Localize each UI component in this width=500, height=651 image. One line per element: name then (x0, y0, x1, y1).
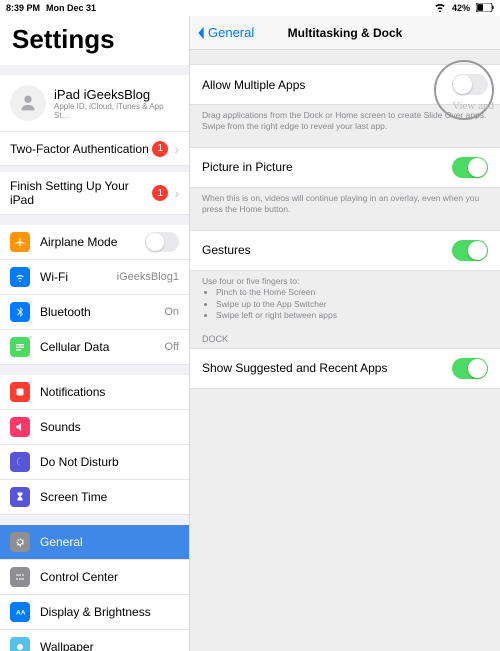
sidebar-item-cellular[interactable]: Cellular Data Off (0, 330, 189, 365)
airplane-toggle[interactable] (145, 232, 179, 252)
apple-id-name: iPad iGeeksBlog (54, 87, 179, 102)
sidebar-item-dnd[interactable]: Do Not Disturb (0, 445, 189, 480)
sidebar-item-airplane[interactable]: Airplane Mode (0, 225, 189, 260)
detail-header: General Multitasking & Dock (190, 16, 500, 50)
apple-id-sub: Apple ID, iCloud, iTunes & App St… (54, 102, 179, 120)
hourglass-icon (10, 487, 30, 507)
moon-icon (10, 452, 30, 472)
show-suggested-apps-toggle[interactable] (452, 358, 488, 379)
row-gestures[interactable]: Gestures (190, 230, 500, 271)
status-bar: 8:39 PM Mon Dec 31 42% (0, 0, 500, 16)
sidebar-item-notifications[interactable]: Notifications (0, 375, 189, 410)
chevron-right-icon: › (174, 141, 179, 157)
sidebar-item-display[interactable]: AA Display & Brightness (0, 595, 189, 630)
badge: 1 (152, 141, 168, 157)
sidebar-item-sounds[interactable]: Sounds (0, 410, 189, 445)
notifications-icon (10, 382, 30, 402)
row-allow-multiple-apps[interactable]: Allow Multiple Apps (190, 64, 500, 105)
sounds-icon (10, 417, 30, 437)
wifi-icon (10, 267, 30, 287)
sidebar-item-wallpaper[interactable]: Wallpaper (0, 630, 189, 651)
badge: 1 (152, 185, 168, 201)
back-button[interactable]: General (196, 25, 254, 40)
chevron-left-icon (196, 26, 206, 40)
sidebar-item-general[interactable]: General (0, 525, 189, 560)
picture-in-picture-toggle[interactable] (452, 157, 488, 178)
status-time: 8:39 PM (6, 3, 40, 13)
row-show-suggested-apps[interactable]: Show Suggested and Recent Apps (190, 348, 500, 389)
gestures-toggle[interactable] (452, 240, 488, 261)
sidebar-item-control-center[interactable]: Control Center (0, 560, 189, 595)
sliders-icon (10, 567, 30, 587)
sidebar: Settings iPad iGeeksBlog Apple ID, iClou… (0, 16, 190, 651)
wifi-icon (434, 2, 446, 14)
sidebar-item-twofa[interactable]: Two-Factor Authentication 1 › (0, 132, 189, 166)
chevron-right-icon: › (174, 185, 179, 201)
sidebar-item-finish-setup[interactable]: Finish Setting Up Your iPad 1 › (0, 172, 189, 215)
battery-text: 42% (452, 3, 470, 13)
sidebar-item-screentime[interactable]: Screen Time (0, 480, 189, 515)
gestures-desc: Use four or five fingers to: Pinch to th… (190, 271, 500, 322)
airplane-icon (10, 232, 30, 252)
sidebar-item-wifi[interactable]: Wi-Fi iGeeksBlog1 (0, 260, 189, 295)
row-picture-in-picture[interactable]: Picture in Picture (190, 147, 500, 188)
picture-in-picture-desc: When this is on, videos will continue pl… (190, 188, 500, 216)
detail-title: Multitasking & Dock (288, 26, 403, 40)
bluetooth-icon (10, 302, 30, 322)
wallpaper-icon (10, 637, 30, 651)
gear-icon (10, 532, 30, 552)
svg-text:AA: AA (16, 610, 26, 617)
page-title: Settings (0, 16, 189, 65)
watermark-text: View and (452, 100, 494, 112)
sidebar-item-apple-id[interactable]: iPad iGeeksBlog Apple ID, iCloud, iTunes… (0, 75, 189, 132)
detail-pane: General Multitasking & Dock Allow Multip… (190, 16, 500, 651)
dock-section-header: DOCK (190, 322, 500, 348)
avatar (10, 85, 46, 121)
cellular-icon (10, 337, 30, 357)
sidebar-item-bluetooth[interactable]: Bluetooth On (0, 295, 189, 330)
battery-icon (476, 3, 494, 14)
status-date: Mon Dec 31 (46, 3, 96, 13)
brightness-icon: AA (10, 602, 30, 622)
allow-multiple-apps-toggle[interactable] (452, 74, 488, 95)
